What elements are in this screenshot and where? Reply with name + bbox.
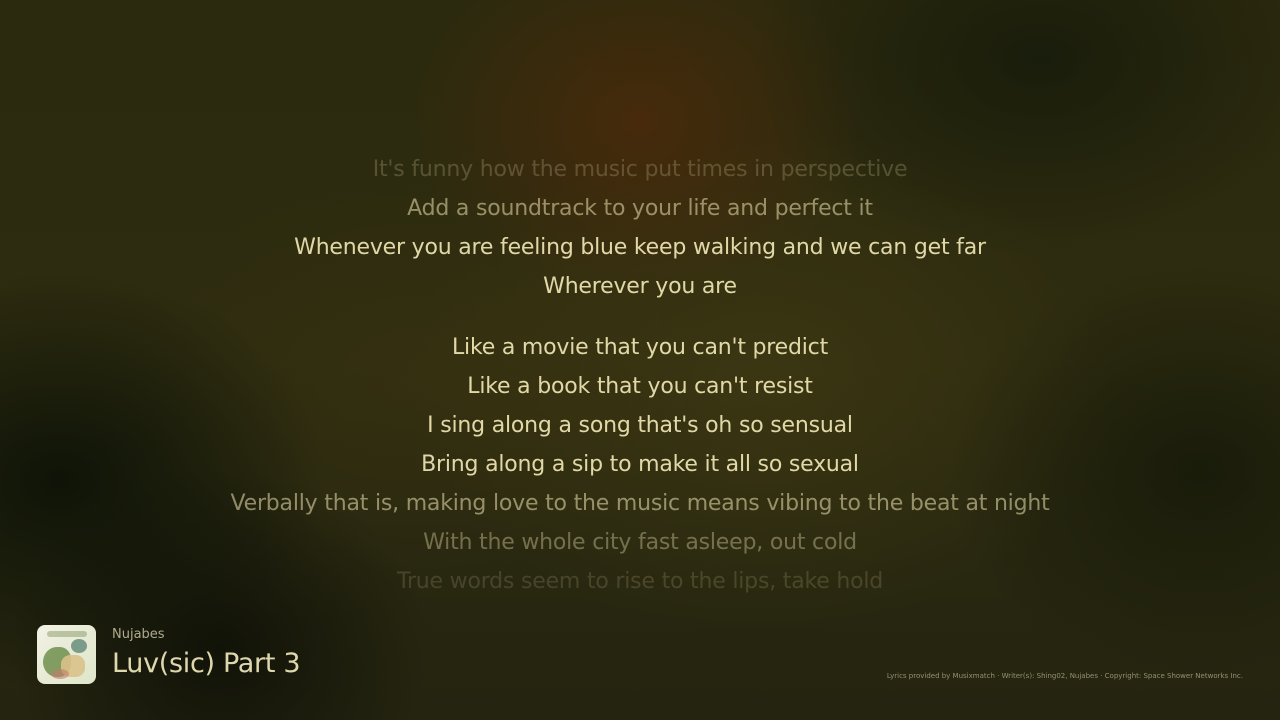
lyric-line[interactable]: Verbally that is, making love to the mus… <box>0 484 1280 523</box>
lyric-line[interactable]: It's funny how the music put times in pe… <box>0 150 1280 189</box>
lyric-line[interactable]: Whenever you are feeling blue keep walki… <box>0 228 1280 267</box>
track-meta: Nujabes Luv(sic) Part 3 <box>112 625 301 683</box>
lyric-line[interactable]: I sing along a song that's oh so sensual <box>0 406 1280 445</box>
lyric-line[interactable]: Wherever you are <box>0 267 1280 306</box>
lyric-line[interactable]: Bring along a sip to make it all so sexu… <box>0 445 1280 484</box>
now-playing-info: Nujabes Luv(sic) Part 3 <box>37 624 301 684</box>
lyrics-credits: Lyrics provided by Musixmatch · Writer(s… <box>886 672 1243 680</box>
artist-name: Nujabes <box>112 627 165 642</box>
lyrics-panel[interactable]: It's funny how the music put times in pe… <box>0 150 1280 595</box>
lyric-line[interactable]: True words seem to rise to the lips, tak… <box>0 562 1280 595</box>
lyric-line[interactable]: Add a soundtrack to your life and perfec… <box>0 189 1280 228</box>
lyric-line[interactable]: With the whole city fast asleep, out col… <box>0 523 1280 562</box>
lyric-line[interactable]: Like a book that you can't resist <box>0 367 1280 406</box>
track-title: Luv(sic) Part 3 <box>112 648 301 679</box>
lyric-line[interactable]: Like a movie that you can't predict <box>0 328 1280 367</box>
album-art-icon[interactable] <box>37 624 96 684</box>
stanza-gap <box>0 306 1280 328</box>
